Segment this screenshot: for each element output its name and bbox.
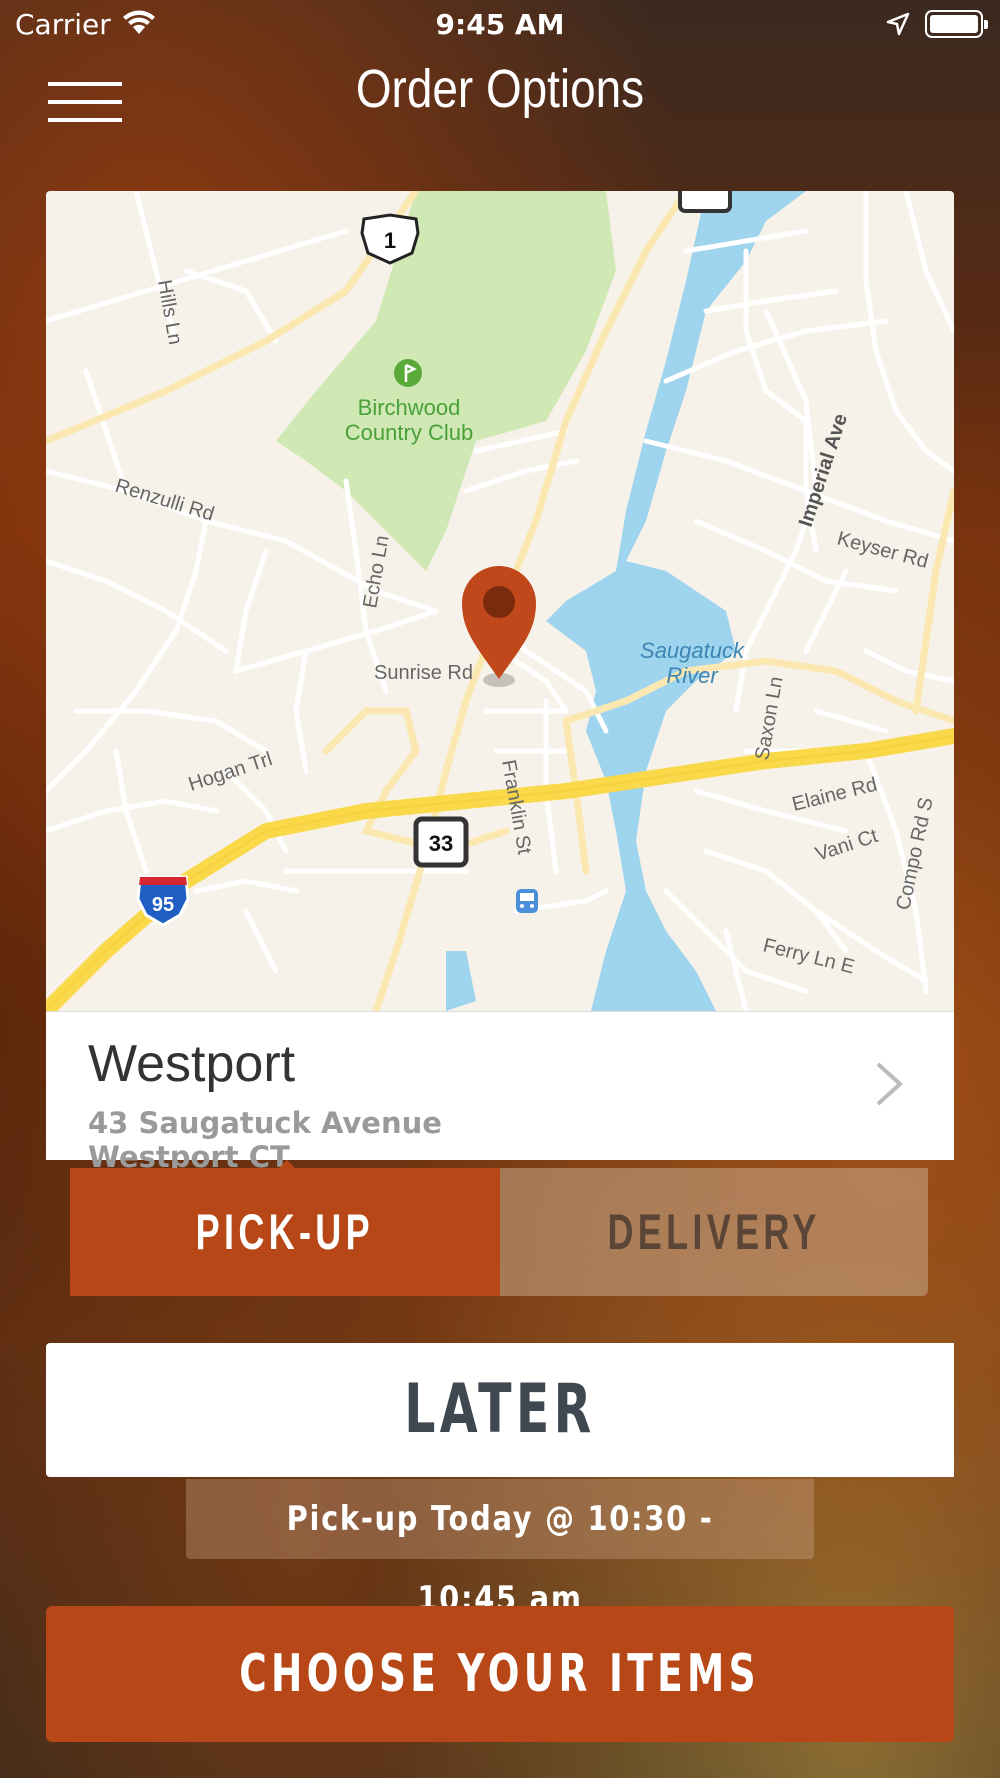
clock: 9:45 AM — [435, 8, 565, 41]
svg-text:95: 95 — [152, 894, 174, 916]
pickup-time-selector[interactable]: Pick-up Today @ 10:30 - 10:45 am — [186, 1479, 814, 1619]
street-label: Sunrise Rd — [374, 662, 473, 684]
location-card: Birchwood Country Club Hills Ln Renzulli… — [46, 191, 954, 1174]
order-type-tabs: PICK-UP DELIVERY — [70, 1168, 928, 1296]
map-view[interactable]: Birchwood Country Club Hills Ln Renzulli… — [46, 191, 954, 1011]
location-name: Westport — [88, 1035, 296, 1093]
status-bar: Carrier 9:45 AM — [0, 0, 1000, 50]
battery-icon — [925, 10, 988, 38]
svg-text:33: 33 — [429, 831, 453, 856]
tab-pickup[interactable]: PICK-UP — [70, 1168, 500, 1296]
park-label-2: Country Club — [345, 420, 473, 445]
location-arrow-icon — [886, 12, 910, 40]
later-button[interactable]: LATER — [46, 1343, 954, 1477]
river-label-2: River — [666, 663, 719, 688]
chevron-right-icon[interactable] — [874, 1062, 904, 1110]
train-station-icon — [516, 889, 538, 913]
route-33-shield-icon: 33 — [413, 816, 469, 868]
choose-items-button[interactable]: CHOOSE YOUR ITEMS — [46, 1606, 954, 1742]
park-label: Birchwood — [358, 395, 461, 420]
tab-delivery[interactable]: DELIVERY — [500, 1168, 928, 1296]
svg-text:1: 1 — [384, 228, 396, 253]
river-label: Saugatuck — [640, 638, 745, 663]
page-title: Order Options — [355, 59, 645, 119]
location-info-row[interactable]: Westport 43 Saugatuck Avenue Westport CT — [46, 1011, 954, 1174]
address-line-1: 43 Saugatuck Avenue — [88, 1106, 442, 1140]
